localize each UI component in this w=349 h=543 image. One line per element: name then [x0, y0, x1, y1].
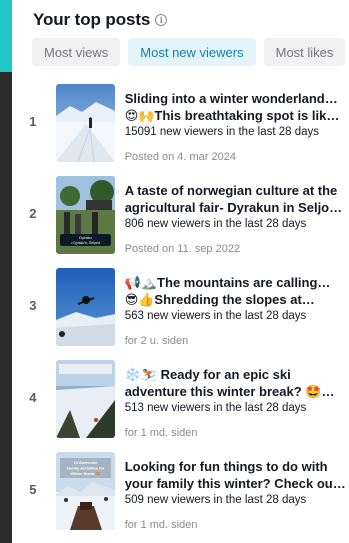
post-row[interactable]: 3 📢🏔️The mountains are calling… 😎👍Shredd…: [12, 268, 349, 360]
post-new-viewers: 563 new viewers in the last 28 days: [124, 310, 307, 322]
post-info: ❄️⛷️ Ready for an epic ski adventure thi…: [125, 360, 349, 440]
post-thumbnail[interactable]: [55, 84, 115, 162]
background-accent-strip: [0, 0, 12, 72]
panel-header: Your top posts i: [12, 0, 349, 32]
info-icon[interactable]: i: [155, 13, 168, 26]
post-date: for 2 u. siden: [124, 335, 189, 347]
post-rank: 5: [29, 482, 37, 497]
top-posts-panel: Your top posts i Most views Most new vie…: [12, 0, 349, 543]
sort-tabs: Most views Most new viewers Most likes: [12, 32, 349, 66]
post-new-viewers: 513 new viewers in the last 28 days: [124, 402, 307, 414]
svg-text:• Dyrsku'n, Seljord: • Dyrsku'n, Seljord: [71, 241, 100, 245]
post-rank: 3: [29, 298, 37, 313]
tab-most-views[interactable]: Most views: [32, 38, 121, 66]
post-title[interactable]: Looking for fun things to do with your f…: [125, 458, 349, 492]
post-row[interactable]: 1 Sliding into a winter wonderland… 😍🙌Th…: [12, 84, 349, 176]
tab-most-likes[interactable]: Most likes: [263, 38, 346, 66]
svg-text:Family Activities for: Family Activities for: [66, 466, 104, 471]
post-title[interactable]: ❄️⛷️ Ready for an epic ski adventure thi…: [125, 366, 349, 400]
post-row[interactable]: 2 Dyrsku • Dyrsku'n, Seljord A taste of …: [12, 176, 349, 268]
svg-text:10 Awesome: 10 Awesome: [73, 460, 98, 465]
post-date: for 1 md. siden: [124, 427, 198, 439]
post-info: Sliding into a winter wonderland… 😍🙌This…: [125, 84, 349, 164]
post-date: Posted on 11. sep 2022: [124, 243, 241, 255]
post-info: 📢🏔️The mountains are calling… 😎👍Shreddin…: [125, 268, 349, 348]
post-thumbnail[interactable]: Dyrsku • Dyrsku'n, Seljord: [55, 176, 115, 254]
post-thumbnail[interactable]: 10 Awesome Family Activities for Winter …: [55, 452, 115, 530]
background-side-strip: [0, 72, 12, 543]
post-new-viewers: 15091 new viewers in the last 28 days: [124, 126, 320, 138]
post-title[interactable]: Sliding into a winter wonderland… 😍🙌This…: [125, 90, 349, 124]
post-title[interactable]: A taste of norwegian culture at the agri…: [125, 182, 349, 216]
post-title[interactable]: 📢🏔️The mountains are calling… 😎👍Shreddin…: [125, 274, 349, 308]
post-info: Looking for fun things to do with your f…: [125, 452, 349, 532]
post-rank: 1: [29, 114, 37, 129]
svg-text:Dyrsku: Dyrsku: [79, 235, 91, 240]
post-date: Posted on 4. mar 2024: [124, 151, 236, 163]
post-rank: 2: [29, 206, 37, 221]
post-row[interactable]: 4 ❄️⛷️ Ready for an epic ski adventure t…: [12, 360, 349, 452]
tab-most-new-viewers[interactable]: Most new viewers: [128, 38, 256, 66]
post-date: for 1 md. siden: [124, 519, 198, 531]
post-new-viewers: 806 new viewers in the last 28 days: [124, 218, 307, 230]
svg-text:Winter Break 🤩: Winter Break 🤩: [70, 471, 101, 476]
panel-title: Your top posts: [33, 9, 151, 29]
post-new-viewers: 509 new viewers in the last 28 days: [124, 494, 307, 506]
post-row[interactable]: 5 10 Awesome Family Activities for Winte…: [12, 452, 349, 543]
post-thumbnail[interactable]: [55, 268, 115, 346]
posts-list: 1 Sliding into a winter wonderland… 😍🙌Th…: [12, 84, 349, 543]
post-info: A taste of norwegian culture at the agri…: [125, 176, 349, 256]
post-rank: 4: [29, 390, 37, 405]
post-thumbnail[interactable]: [55, 360, 115, 438]
